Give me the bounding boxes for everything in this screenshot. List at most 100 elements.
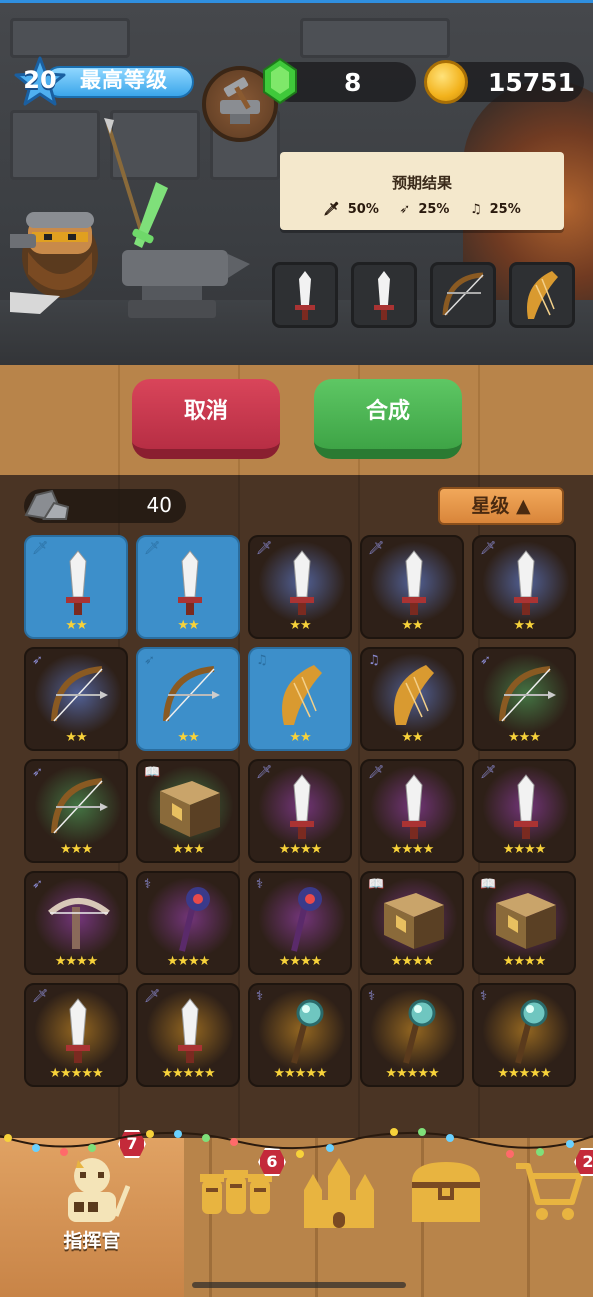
inventory-item-sword[interactable]: 🗡 ★★★★: [248, 759, 352, 863]
item-star-rating: ★★★★: [166, 954, 211, 969]
nav-tab-troops[interactable]: 6: [196, 1148, 296, 1236]
item-star-rating: ★★★★: [390, 954, 435, 969]
nav-tab-chest[interactable]: [406, 1156, 506, 1236]
item-class-icon: ⚕: [368, 989, 376, 1004]
nav-tab-castle[interactable]: [296, 1156, 396, 1236]
cancel-button[interactable]: 取消: [132, 379, 280, 459]
level-badge[interactable]: 最高等级 20: [14, 56, 194, 106]
sword-icon: [514, 774, 538, 839]
result-odds: 🗡 50% ➶ 25% ♫ 25%: [280, 202, 564, 217]
bow-icon: [442, 272, 484, 316]
book-icon: [160, 781, 220, 837]
inventory-item-sword[interactable]: 🗡 ★★: [248, 535, 352, 639]
gem-count: 8: [344, 68, 362, 97]
inventory-item-book[interactable]: 📖 ★★★★: [360, 871, 464, 975]
inventory-item-sword[interactable]: 🗡 ★★: [472, 535, 576, 639]
bow-icon: [163, 666, 220, 722]
inventory-item-sword[interactable]: 🗡 ★★★★: [472, 759, 576, 863]
sort-by-star-button[interactable]: 星级 ▲: [438, 487, 564, 525]
item-star-rating: ★★★★★: [161, 1066, 215, 1081]
inventory-item-bow[interactable]: ➶ ★★★: [472, 647, 576, 751]
bottom-nav: 指挥官 7 6 2: [0, 1130, 593, 1297]
inventory-item-harp[interactable]: ♫ ★★: [248, 647, 352, 751]
bow-icon: [51, 778, 108, 834]
inventory-item-orb-staff[interactable]: ⚕ ★★★★★: [360, 983, 464, 1087]
item-star-rating: ★★★★: [278, 842, 323, 857]
action-bar: 取消 合成: [0, 365, 593, 475]
item-star-rating: ★★★★★: [385, 1066, 439, 1081]
inventory-item-bow[interactable]: ➶ ★★: [136, 647, 240, 751]
gold-count: 15751: [488, 68, 575, 97]
item-star-rating: ★★: [513, 618, 535, 633]
wall-panel: [10, 18, 130, 58]
item-star-rating: ★★: [177, 618, 199, 633]
staff-icon: [291, 887, 322, 952]
item-star-rating: ★★★★★: [49, 1066, 103, 1081]
inventory-item-sword[interactable]: 🗡 ★★: [136, 535, 240, 639]
material-slot-4[interactable]: [509, 262, 575, 328]
inventory-item-sword[interactable]: 🗡 ★★★★★: [24, 983, 128, 1087]
inventory-item-crossbow[interactable]: ➶ ★★★★: [24, 871, 128, 975]
bow-class-icon: ➶: [399, 202, 411, 217]
sword-icon: [402, 550, 426, 615]
compose-button[interactable]: 合成: [314, 379, 462, 459]
item-star-rating: ★★: [289, 730, 311, 745]
item-class-icon: ⚕: [480, 989, 488, 1004]
item-star-rating: ★★★★: [390, 842, 435, 857]
nav-tab-shop[interactable]: 2: [512, 1148, 593, 1236]
item-star-rating: ★★★★★: [497, 1066, 551, 1081]
item-star-rating: ★★: [289, 618, 311, 633]
treasure-chest-icon: [412, 1162, 480, 1222]
item-star-rating: ★★★: [172, 842, 205, 857]
inventory-item-sword[interactable]: 🗡 ★★: [24, 535, 128, 639]
nav-commander-label: 指挥官: [63, 1230, 121, 1252]
music-odds: ♫ 25%: [469, 202, 521, 217]
inventory-item-book[interactable]: 📖 ★★★★: [472, 871, 576, 975]
item-class-icon: ⚕: [144, 877, 152, 892]
item-star-rating: ★★★: [508, 730, 541, 745]
harp-icon: [282, 665, 322, 725]
sword-icon: [178, 550, 202, 615]
sword-icon: [178, 998, 202, 1063]
material-slot-2[interactable]: [351, 262, 417, 328]
sword-icon: [66, 998, 90, 1063]
orb-staff-icon: [515, 999, 548, 1064]
inventory-item-orb-staff[interactable]: ⚕ ★★★★★: [248, 983, 352, 1087]
item-star-rating: ★★: [401, 730, 423, 745]
sword-icon: [402, 774, 426, 839]
staff-icon: [179, 887, 210, 952]
material-slot-3[interactable]: [430, 262, 496, 328]
inventory-item-sword[interactable]: 🗡 ★★★★: [360, 759, 464, 863]
sword-icon: [295, 271, 315, 320]
sword-odds: 🗡 50%: [323, 202, 379, 217]
sword-icon: [290, 550, 314, 615]
harp-icon: [527, 271, 558, 319]
item-star-rating: ★★: [177, 730, 199, 745]
bow-icon: [51, 666, 108, 722]
expected-result-card: 预期结果 🗡 50% ➶ 25% ♫ 25%: [280, 152, 564, 230]
wall-panel: [10, 110, 100, 180]
sword-icon: [514, 550, 538, 615]
gold-coin-icon: [424, 60, 468, 104]
sword-icon: [374, 271, 394, 320]
inventory-item-bow[interactable]: ➶ ★★: [24, 647, 128, 751]
inventory-item-staff[interactable]: ⚕ ★★★★: [248, 871, 352, 975]
inventory-item-book[interactable]: 📖 ★★★: [136, 759, 240, 863]
inventory-item-staff[interactable]: ⚕ ★★★★: [136, 871, 240, 975]
sword-class-icon: 🗡: [323, 202, 340, 217]
inventory-item-sword[interactable]: 🗡 ★★★★★: [136, 983, 240, 1087]
nav-tab-commander[interactable]: 指挥官 7: [0, 1130, 184, 1297]
inventory-item-harp[interactable]: ♫ ★★: [360, 647, 464, 751]
book-icon: [496, 893, 556, 949]
material-slot-1[interactable]: [272, 262, 338, 328]
inventory-item-sword[interactable]: 🗡 ★★: [360, 535, 464, 639]
item-star-rating: ★★: [65, 618, 87, 633]
music-class-icon: ♫: [469, 202, 482, 217]
anvil-with-sword: [122, 182, 250, 318]
sword-icon: [290, 774, 314, 839]
inventory-item-bow[interactable]: ➶ ★★★: [24, 759, 128, 863]
harp-icon: [394, 665, 434, 725]
item-star-rating: ★★: [65, 730, 87, 745]
inventory-item-orb-staff[interactable]: ⚕ ★★★★★: [472, 983, 576, 1087]
home-indicator: [192, 1282, 406, 1288]
